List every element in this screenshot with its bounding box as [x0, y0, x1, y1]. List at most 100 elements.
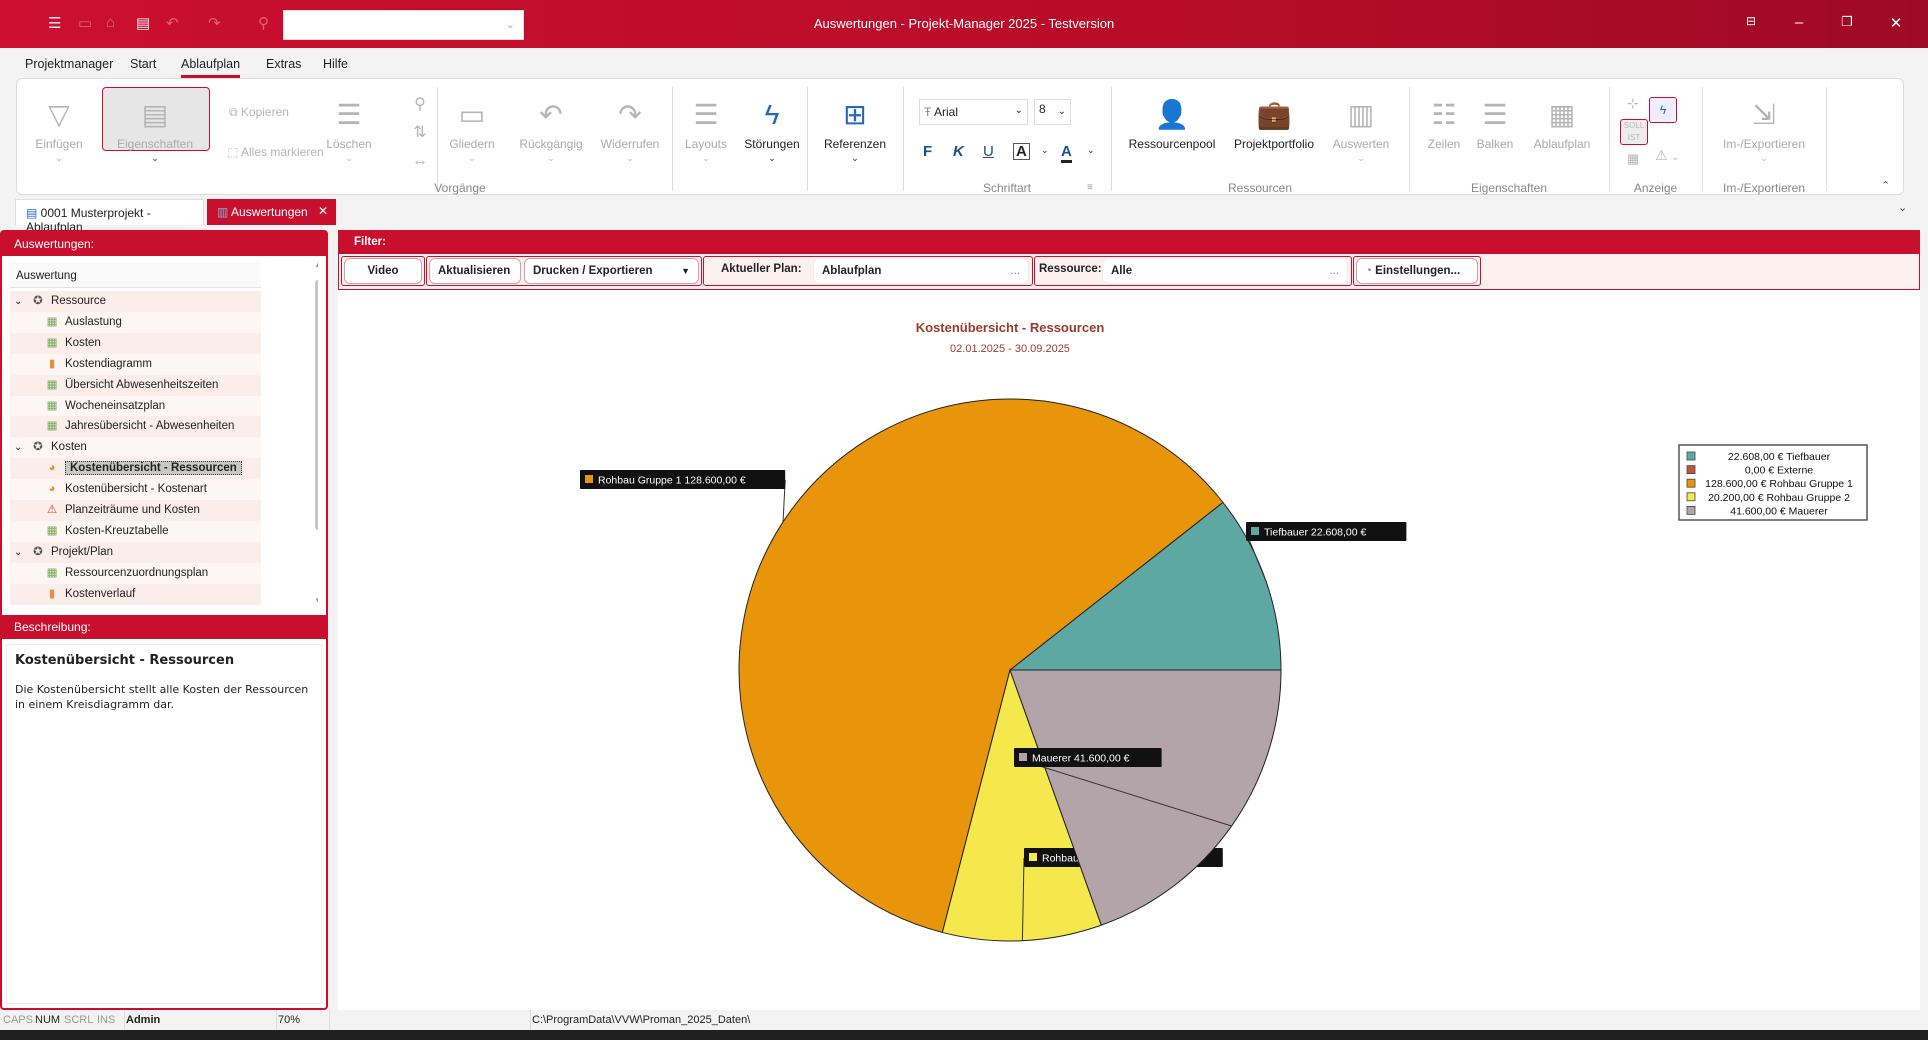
zeilen-button[interactable]: ☷ Zeilen	[1419, 97, 1469, 151]
tree-item[interactable]: ⌄ ✪ Kosten	[10, 437, 261, 459]
tree-item[interactable]: ▦ Auslastung	[10, 311, 261, 333]
dialog-launcher-icon[interactable]: ≡	[1087, 182, 1093, 193]
warning-icon[interactable]: ⚠ ⌄	[1655, 147, 1679, 164]
referenzen-button[interactable]: ⊞ Referenzen ⌄	[810, 97, 900, 164]
tree-item[interactable]: ◕ Kostenübersicht - Ressourcen	[10, 458, 261, 480]
close-icon[interactable]: ✕	[1886, 14, 1906, 32]
tree-scrollbar[interactable]: ▲ ▼	[312, 258, 318, 608]
ressourcenpool-button[interactable]: 👤 Ressourcenpool	[1127, 97, 1217, 151]
underline-button[interactable]: U	[983, 143, 994, 160]
bar-chart-icon: ▥	[217, 205, 232, 219]
table-icon: ▦	[46, 524, 58, 537]
tree-item[interactable]: ▦ Übersicht Abwesenheitszeiten	[10, 374, 261, 396]
tree-item[interactable]: ▦ Wocheneinsatzplan	[10, 395, 261, 417]
category-icon: ✪	[33, 441, 43, 454]
projektportfolio-button[interactable]: 💼 Projektportfolio	[1229, 97, 1319, 151]
einstellungen-button[interactable]: ◔ Einstellungen...	[1356, 258, 1478, 284]
font-color-button[interactable]: A	[1061, 143, 1072, 163]
rueckgaengig-button[interactable]: ↶ Rückgängig ⌄	[506, 97, 596, 164]
group-label-vorgaenge: Vorgänge	[434, 181, 486, 195]
evaluation-tree: Auswertung ⌄ ✪ Ressource ▦ Auslastung ▦ Kosten…	[6, 258, 318, 608]
tab-hilfe[interactable]: Hilfe	[323, 57, 348, 71]
schedule-settings-icon: ▦	[1548, 99, 1576, 130]
tree-item[interactable]: ▮ Kostenverlauf	[10, 583, 261, 605]
tree-item[interactable]: ▮ Kostendiagramm	[10, 353, 261, 375]
description-title: Kostenübersicht - Ressourcen	[15, 653, 235, 668]
einfuegen-button[interactable]: ▽ Einfügen ⌄	[14, 97, 104, 164]
bar-icon: ▮	[48, 357, 56, 370]
plan-select[interactable]: Ablaufplan...	[813, 258, 1029, 284]
stoerungen-button[interactable]: ϟ Störungen ⌄	[727, 97, 817, 164]
tree-item-label: Auslastung	[65, 315, 122, 328]
drucken-exportieren-dropdown[interactable]: Drucken / Exportieren ▼	[524, 258, 699, 284]
network-icon[interactable]: ⊹	[1627, 95, 1639, 112]
gliedern-button[interactable]: ▭ Gliedern ⌄	[427, 97, 517, 164]
tree-item[interactable]: ▦ Kosten-Kreuztabelle	[10, 520, 261, 542]
chevron-down-icon[interactable]: ⌄	[14, 291, 30, 312]
bold-button[interactable]: F	[923, 143, 932, 160]
tree-item[interactable]: ▦ Ressourcenzuordnungsplan	[10, 562, 261, 584]
close-tab-icon[interactable]: ✕	[318, 204, 328, 218]
chevron-down-icon[interactable]: ⌄	[14, 437, 30, 458]
group-label-ressourcen: Ressourcen	[1227, 181, 1293, 195]
zoom-indicator: 70%	[276, 1010, 300, 1030]
tree-column-header[interactable]: Auswertung	[10, 262, 261, 288]
tab-extras[interactable]: Extras	[266, 57, 301, 71]
calendar-icon[interactable]: ▦	[1627, 151, 1639, 167]
ablaufplan-button[interactable]: ▦ Ablaufplan	[1527, 97, 1597, 151]
table-icon: ▦	[46, 315, 58, 328]
italic-button[interactable]: K	[953, 143, 964, 160]
chevron-down-icon[interactable]: ⌄	[1041, 145, 1049, 156]
eigenschaften-button[interactable]: ▤ Eigenschaften ⌄	[110, 97, 200, 164]
tree-item-label: Wocheneinsatzplan	[65, 399, 166, 412]
tab-projektmanager[interactable]: Projektmanager	[25, 57, 113, 71]
tab-start[interactable]: Start	[130, 57, 156, 71]
tree-item[interactable]: ⌄ ✪ Ressource	[10, 291, 261, 312]
loeschen-button[interactable]: ☰ Löschen ⌄	[319, 97, 379, 164]
highlight-button[interactable]: A	[1013, 143, 1030, 160]
tree-item[interactable]: ⚠ Planzeiträume und Kosten	[10, 500, 261, 521]
title-bar: ☰ ▭ ⌂ ▤ ↶ ↷ ⚲ ⌄ Auswertungen - Projekt-M…	[0, 0, 1928, 48]
tab-ablaufplan[interactable]: Ablaufplan	[181, 57, 241, 78]
tree-item[interactable]: ▦ Jahresübersicht - Abwesenheiten	[10, 416, 261, 438]
minimize-icon[interactable]: –	[1789, 14, 1809, 31]
kopieren-button[interactable]: ⧉ Kopieren	[229, 105, 289, 120]
layout-icon[interactable]: ⊟	[1741, 14, 1761, 28]
im-exportieren-button[interactable]: ⇲ Im-/Exportieren ⌄	[1714, 97, 1814, 164]
chevron-down-icon[interactable]: ⌄	[1087, 145, 1095, 156]
tree-item-label: Ressourcenzuordnungsplan	[65, 566, 209, 579]
tree-item[interactable]: ▦ Kosten	[10, 332, 261, 354]
auswerten-button[interactable]: ▥ Auswerten ⌄	[1317, 97, 1405, 164]
user-indicator: Admin	[124, 1010, 160, 1030]
font-select[interactable]: Ŧ Arial ⌄	[919, 99, 1028, 125]
scroll-down-icon[interactable]: ▼	[314, 596, 318, 605]
collapse-ribbon-icon[interactable]: ⌃	[1881, 179, 1890, 192]
restore-icon[interactable]: ❐	[1837, 14, 1857, 30]
video-button[interactable]: Video	[344, 258, 422, 284]
scrollbar-thumb[interactable]	[315, 280, 318, 530]
doc-tab-musterprojekt[interactable]: ▤ 0001 Musterprojekt - Ablaufplan	[15, 199, 204, 234]
chevron-down-icon[interactable]: ⌄	[14, 542, 30, 563]
font-size-select[interactable]: 8 ⌄	[1034, 99, 1071, 125]
group-label-eigenschaften: Eigenschaften	[1470, 181, 1548, 195]
resource-select[interactable]: Alle...	[1102, 258, 1348, 284]
alles-markieren-button[interactable]: ⬚ Alles markieren	[227, 145, 324, 159]
settings-icon: ◔	[1365, 265, 1376, 277]
tree-item[interactable]: ⌄ ✪ Projekt/Plan	[10, 541, 261, 563]
tree-item[interactable]: ◕ Kostenübersicht - Kostenart	[10, 479, 261, 501]
soll-ist-toggle[interactable]: SOLL IST	[1620, 119, 1648, 145]
legend-entry: 41.600,00 € Mauerer	[1730, 505, 1828, 517]
table-icon: ▦	[46, 336, 58, 349]
balken-button[interactable]: ☰ Balken	[1470, 97, 1520, 151]
num-indicator: NUM	[35, 1014, 61, 1026]
disruption-view-toggle[interactable]: ϟ	[1649, 97, 1677, 123]
plan-label: Aktueller Plan:	[721, 263, 802, 275]
evaluation-main: Filter: Video Aktualisieren Drucken / Ex…	[338, 230, 1920, 1010]
tree-item-label: Übersicht Abwesenheitszeiten	[65, 378, 219, 391]
scroll-up-icon[interactable]: ▲	[314, 260, 318, 269]
aktualisieren-button[interactable]: Aktualisieren	[429, 258, 521, 284]
doc-tab-auswertungen[interactable]: ▥ Auswertungen ✕	[207, 199, 336, 225]
tab-list-chevron-icon[interactable]: ⌄	[1898, 201, 1907, 214]
data-label: Tiefbauer 22.608,00 €	[1264, 527, 1367, 539]
chart-icon: ▥	[1347, 99, 1375, 130]
